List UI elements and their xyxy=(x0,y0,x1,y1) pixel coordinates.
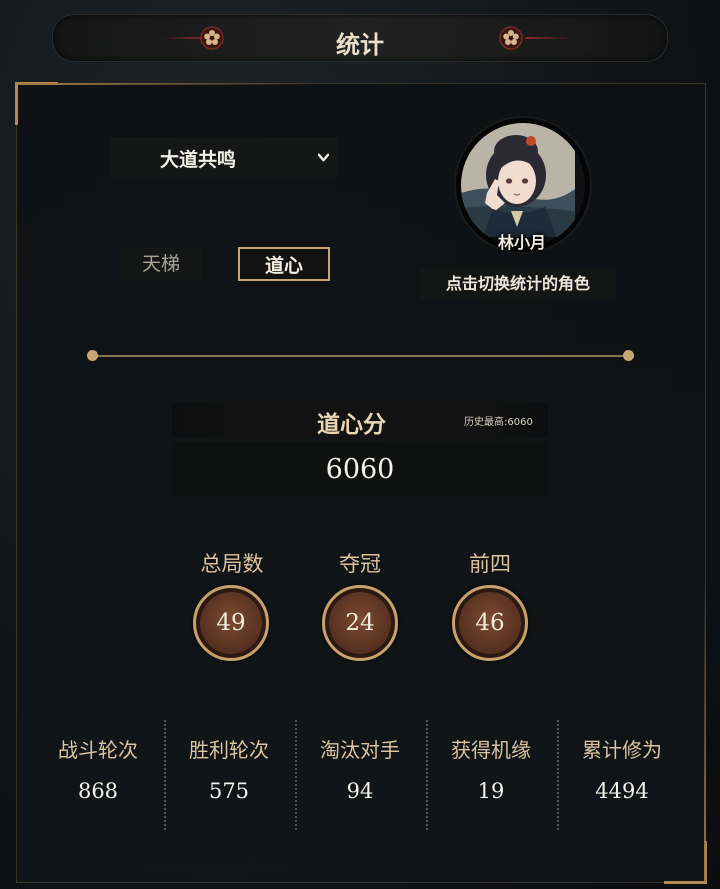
medal-value-wins: 24 xyxy=(345,610,375,636)
panel-edge-top xyxy=(17,83,317,85)
divider-dot-left xyxy=(87,350,98,361)
chevron-down-icon xyxy=(318,153,329,162)
stat-label-win-rounds: 胜利轮次 xyxy=(189,738,269,762)
stat-value-eliminated-opponents: 94 xyxy=(346,779,374,803)
panel-corner-bottom-right xyxy=(664,841,707,884)
divider-dot-right xyxy=(623,350,634,361)
section-divider xyxy=(92,355,630,357)
panel-edge-right xyxy=(704,582,706,882)
title-bar: 统计 xyxy=(52,14,668,62)
stat-label-opportunities: 获得机缘 xyxy=(451,738,531,762)
title-ornament-line-right xyxy=(525,37,573,39)
score-best-record: 历史最高:6060 xyxy=(464,417,533,428)
medal-total-games: 49 xyxy=(193,585,269,661)
medal-value-top-four: 46 xyxy=(475,610,505,636)
stat-value-battle-rounds: 868 xyxy=(77,779,119,803)
stat-label-eliminated-opponents: 淘汰对手 xyxy=(320,738,400,762)
stat-label-total-cultivation: 累计修为 xyxy=(582,738,662,762)
character-portrait-image xyxy=(461,123,575,237)
stat-value-total-cultivation: 4494 xyxy=(595,779,649,803)
mode-dropdown-label: 大道共鸣 xyxy=(160,149,237,171)
tab-ladder[interactable]: 天梯 xyxy=(120,247,202,281)
tab-daoxin[interactable]: 道心 xyxy=(238,247,330,281)
stat-label-battle-rounds: 战斗轮次 xyxy=(58,738,138,762)
page-title: 统计 xyxy=(336,30,384,59)
stat-value-opportunities: 19 xyxy=(477,779,505,803)
panel-corner-top-left xyxy=(15,82,58,125)
medal-value-total-games: 49 xyxy=(216,610,246,636)
medal-label-wins: 夺冠 xyxy=(339,552,381,576)
flower-icon-right xyxy=(499,26,523,50)
character-name: 林小月 xyxy=(497,233,546,252)
medal-top-four: 46 xyxy=(452,585,528,661)
switch-character-hint[interactable]: 点击切换统计的角色 xyxy=(420,268,616,300)
score-title: 道心分 xyxy=(317,411,386,438)
medal-label-top-four: 前四 xyxy=(469,552,511,576)
stat-value-win-rounds: 575 xyxy=(208,779,250,803)
score-value: 6060 xyxy=(325,454,395,485)
mode-dropdown[interactable]: 大道共鸣 xyxy=(110,137,338,177)
score-header: 道心分 历史最高:6060 xyxy=(172,402,548,438)
medal-label-total-games: 总局数 xyxy=(200,552,264,576)
score-box: 6060 xyxy=(172,442,548,496)
medal-wins: 24 xyxy=(322,585,398,661)
